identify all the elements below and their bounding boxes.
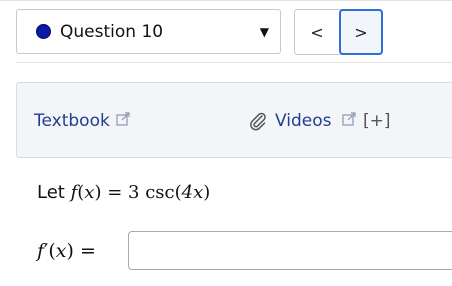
question-selector[interactable]: Question 10 ▼ xyxy=(16,9,281,54)
previous-question-button[interactable]: < xyxy=(295,10,339,54)
caret-down-icon: ▼ xyxy=(259,25,269,39)
external-link-icon xyxy=(342,112,356,126)
question-navigation: < > xyxy=(294,9,383,55)
videos-link[interactable]: Videos xyxy=(275,111,332,131)
answer-input[interactable] xyxy=(128,231,452,270)
problem-statement: Let f(x) = 3 csc(4x) xyxy=(37,181,210,205)
expand-resources-button[interactable]: [+] xyxy=(363,111,391,131)
external-link-icon xyxy=(116,112,130,126)
problem-formula: f(x) = 3 csc(4x) xyxy=(70,182,211,203)
paperclip-icon xyxy=(250,112,266,131)
question-status-dot xyxy=(36,24,51,39)
problem-prefix: Let xyxy=(37,182,65,203)
answer-label: f′(x) = xyxy=(37,240,96,262)
question-label: Question 10 xyxy=(60,22,164,42)
chevron-right-icon: > xyxy=(354,22,368,42)
top-divider xyxy=(0,0,452,1)
chevron-left-icon: < xyxy=(310,22,324,42)
textbook-link[interactable]: Textbook xyxy=(34,111,110,131)
section-divider xyxy=(16,62,452,63)
next-question-button[interactable]: > xyxy=(339,9,383,55)
help-resources-panel: Textbook Videos [+] xyxy=(16,82,452,158)
